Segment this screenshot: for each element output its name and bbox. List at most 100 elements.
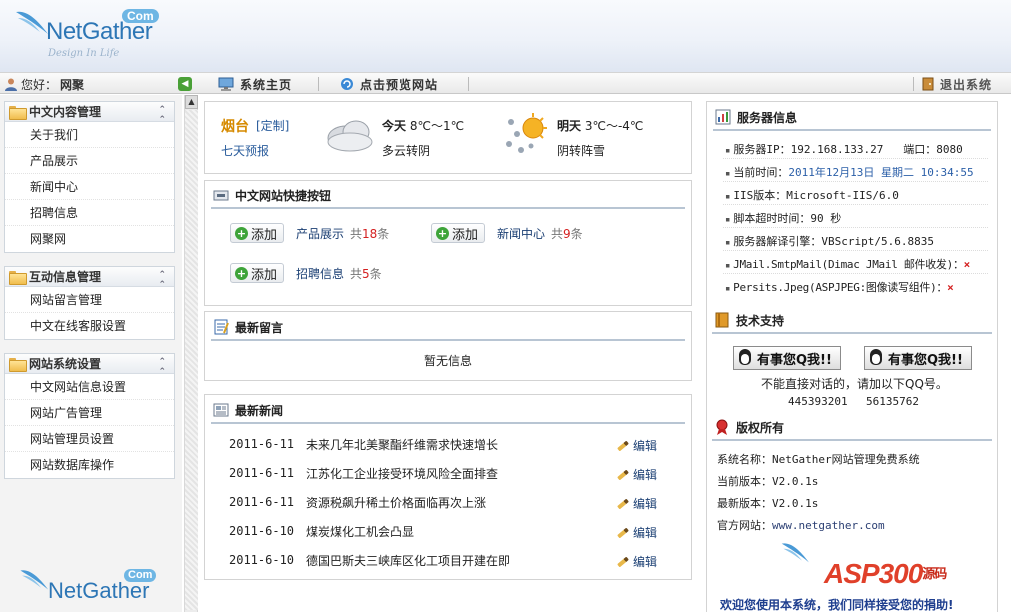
count-prefix: 共 (551, 227, 564, 241)
quick-link-jobs[interactable]: 招聘信息 (296, 265, 344, 282)
panel-title-text: 最新新闻 (235, 403, 284, 418)
home-link[interactable]: 系统主页 (218, 75, 292, 93)
server-engine-label: 服务器解译引擎： (733, 235, 822, 248)
menu-item-netgather[interactable]: 网聚网 (5, 226, 174, 252)
snow-sun-icon (506, 113, 547, 153)
menu-item-about[interactable]: 关于我们 (5, 122, 174, 148)
add-label: 添加 (251, 267, 278, 283)
qq-contact-button-1[interactable]: 有事您Q我!! (733, 346, 841, 370)
qq-number-2: 56135762 (866, 395, 919, 408)
chevron-up-icon[interactable]: ⌃ ⌃ (158, 270, 166, 290)
edit-label: 编辑 (633, 468, 658, 482)
news-title-link[interactable]: 德国巴斯夫三峡库区化工项目开建在即 (306, 552, 510, 569)
logout-link[interactable]: 退出系统 (922, 75, 992, 93)
count-prefix: 共 (350, 267, 363, 281)
home-link-label: 系统主页 (240, 77, 293, 92)
server-engine: VBScript/5.6.8835 (821, 235, 935, 248)
gear-box-icon (213, 190, 229, 201)
menu-group-content: 中文内容管理 ⌃ ⌃ 关于我们 产品展示 新闻中心 招聘信息 网聚网 (4, 101, 175, 253)
news-title-link[interactable]: 煤炭煤化工机会凸显 (306, 523, 414, 540)
server-chart-icon (715, 109, 731, 125)
seven-day-forecast-link[interactable]: 七天预报 (221, 142, 269, 159)
news-title-link[interactable]: 未来几年北美聚酯纤维需求快速增长 (306, 436, 498, 453)
qq-button-label: 有事您Q我!! (888, 352, 963, 368)
menu-item-products[interactable]: 产品展示 (5, 148, 174, 174)
qq-contact-button-2[interactable]: 有事您Q我!! (864, 346, 972, 370)
folder-icon (9, 105, 27, 120)
scroll-up-icon[interactable]: ▲ (185, 95, 198, 109)
add-product-button[interactable]: + 添加 (230, 223, 285, 243)
row-divider (723, 273, 988, 274)
edit-label: 编辑 (633, 439, 658, 453)
edit-button[interactable]: 编辑 (617, 553, 657, 570)
qq-penguin-icon (868, 349, 884, 367)
menu-group-title-text: 网站系统设置 (29, 357, 102, 371)
quick-link-products[interactable]: 产品展示 (296, 225, 344, 242)
quick-link-news[interactable]: 新闻中心 (497, 225, 545, 242)
news-row: 2011-6-10 德国巴斯夫三峡库区化工项目开建在即 编辑 (229, 550, 669, 570)
scrollbar-track[interactable] (185, 110, 198, 610)
chevron-up-icon[interactable]: ⌃ ⌃ (158, 105, 166, 125)
latest-version-label: 最新版本： (717, 497, 772, 510)
edit-button[interactable]: 编辑 (617, 437, 657, 454)
panel-title-text: 中文网站快捷按钮 (235, 188, 332, 203)
persits-status-icon: × (947, 281, 954, 294)
menu-group-title[interactable]: 网站系统设置 ⌃ ⌃ (5, 354, 174, 377)
scrollbar[interactable]: ▲ (184, 95, 198, 612)
user-greeting: 您好： 网聚 (4, 76, 84, 92)
menu-group-title[interactable]: 中文内容管理 ⌃ ⌃ (5, 102, 174, 125)
server-time: 2011年12月13日 星期二 10:34:55 (788, 166, 974, 179)
plus-icon: + (235, 226, 248, 240)
username: 网聚 (60, 77, 85, 92)
news-title-link[interactable]: 江苏化工企业接受环境风险全面排查 (306, 465, 498, 482)
greeting-text: 您好： (21, 77, 58, 92)
folder-icon (9, 270, 27, 285)
server-engine-row: 服务器解译引擎：VBScript/5.6.8835 (725, 233, 934, 249)
menu-item-news[interactable]: 新闻中心 (5, 174, 174, 200)
sidebar-bottom-logo: Com NetGather (0, 563, 182, 612)
menu-group-title[interactable]: 互动信息管理 ⌃ ⌃ (5, 267, 174, 290)
server-ip-label: 服务器IP： (733, 143, 791, 156)
news-date: 2011-6-11 (229, 466, 295, 480)
logout-label: 退出系统 (940, 77, 993, 92)
add-news-button[interactable]: + 添加 (431, 223, 486, 243)
menu-item-ads[interactable]: 网站广告管理 (5, 400, 174, 426)
weather-customize-link[interactable]: [定制] (256, 117, 289, 134)
count-suffix: 条 (570, 227, 583, 241)
panel-title: 最新留言 (211, 315, 685, 341)
user-icon (5, 78, 17, 91)
news-title-link[interactable]: 资源税飙升稀土价格面临再次上涨 (306, 494, 486, 511)
menu-group-title-text: 互动信息管理 (29, 270, 102, 284)
menu-item-online-service[interactable]: 中文在线客服设置 (5, 313, 174, 339)
add-jobs-button[interactable]: + 添加 (230, 263, 285, 283)
edit-button[interactable]: 编辑 (617, 524, 657, 541)
edit-button[interactable]: 编辑 (617, 495, 657, 512)
edit-button[interactable]: 编辑 (617, 466, 657, 483)
menu-item-database[interactable]: 网站数据库操作 (5, 452, 174, 478)
website-label: 官方网站： (717, 519, 772, 532)
menu-item-jobs[interactable]: 招聘信息 (5, 200, 174, 226)
pencil-icon (617, 527, 629, 538)
menu-item-site-info[interactable]: 中文网站信息设置 (5, 374, 174, 400)
menu-group-title-text: 中文内容管理 (29, 105, 102, 119)
pencil-icon (617, 556, 629, 567)
chevron-up-icon[interactable]: ⌃ ⌃ (158, 357, 166, 377)
collapse-sidebar-icon[interactable]: ◀ (178, 77, 192, 91)
logo-tagline: Design In Life (48, 48, 120, 59)
row-divider (723, 181, 988, 182)
count-value: 9 (563, 227, 571, 241)
preview-site-link[interactable]: 点击预览网站 (340, 75, 438, 93)
menu-item-guestbook[interactable]: 网站留言管理 (5, 287, 174, 313)
menu-item-admins[interactable]: 网站管理员设置 (5, 426, 174, 452)
website-link[interactable]: www.netgather.com (772, 519, 885, 532)
qq-button-label: 有事您Q我!! (757, 352, 832, 368)
row-divider (723, 227, 988, 228)
news-date: 2011-6-10 (229, 524, 295, 538)
count-suffix: 条 (377, 227, 390, 241)
tomorrow-desc: 阴转阵雪 (557, 144, 606, 158)
menu-group-interaction: 互动信息管理 ⌃ ⌃ 网站留言管理 中文在线客服设置 (4, 266, 175, 340)
pencil-icon (617, 469, 629, 480)
row-divider (723, 204, 988, 205)
today-temp: 8℃～1℃ (409, 119, 465, 133)
system-name-row: 系统名称：NetGather网站管理免费系统 (717, 451, 920, 467)
